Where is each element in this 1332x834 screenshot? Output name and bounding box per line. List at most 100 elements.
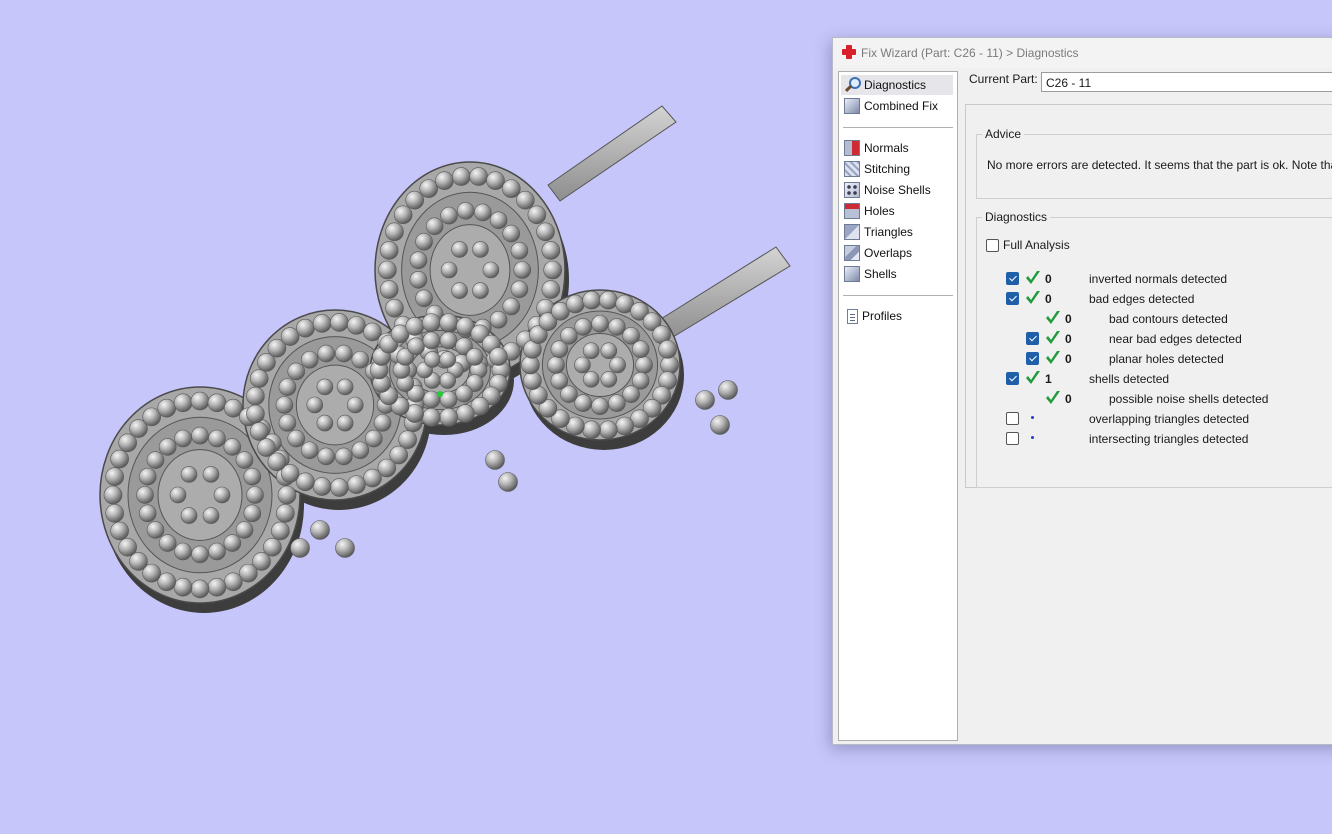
magnifier-icon [844, 77, 861, 93]
model-bead [379, 280, 399, 299]
model-bead [440, 261, 458, 279]
diagnostic-checkbox[interactable] [1006, 292, 1019, 305]
nav-item-triangles[interactable]: Triangles [841, 222, 953, 242]
model-bead [138, 467, 157, 486]
part-model-render[interactable] [0, 0, 830, 834]
model-bead [173, 577, 193, 597]
model-bead [591, 397, 609, 416]
model-bead [582, 342, 600, 360]
model-bead [574, 394, 592, 412]
green-check-icon [1026, 271, 1040, 284]
model-bead [105, 504, 124, 523]
model-bead [660, 355, 679, 375]
model-bead [439, 351, 457, 368]
3d-viewport[interactable] [0, 0, 830, 834]
model-bead [373, 414, 392, 432]
model-bead [316, 378, 334, 396]
model-bead [246, 404, 265, 424]
diagnostic-count: 0 [1045, 292, 1052, 306]
model-bead [336, 414, 354, 432]
model-bead [489, 310, 508, 329]
model-bead [527, 205, 547, 225]
model-bead [440, 206, 458, 225]
triangles-icon [844, 224, 860, 240]
diagnostic-checkbox[interactable] [1006, 432, 1019, 445]
nav-item-shells[interactable]: Shells [841, 264, 953, 284]
model-bead [474, 203, 492, 222]
green-check-icon [1046, 351, 1060, 364]
nav-item-overlaps[interactable]: Overlaps [841, 243, 953, 263]
model-bead [300, 441, 319, 460]
model-bead [422, 408, 441, 427]
model-bead [435, 171, 454, 190]
model-bead [235, 451, 254, 469]
model-bead [635, 356, 653, 374]
nav-item-combined-fix[interactable]: Combined Fix [841, 96, 953, 116]
model-bead [472, 282, 489, 299]
diagnostic-checkbox[interactable] [1006, 272, 1019, 285]
nav-item-diagnostics[interactable]: Diagnostics [841, 75, 953, 95]
model-bead [513, 261, 532, 279]
model-bead [452, 167, 471, 186]
diagnostic-count: 0 [1065, 332, 1072, 346]
model-bead [582, 370, 600, 388]
model-bead [510, 241, 529, 260]
model-bead [334, 447, 353, 466]
model-bead [158, 438, 177, 456]
model-bead [351, 441, 370, 460]
diagnostics-panel: Advice No more errors are detected. It s… [965, 104, 1332, 488]
model-bead [439, 331, 458, 350]
diagnostic-row: 0 near bad edges detected [977, 329, 1332, 349]
model-bead [208, 542, 226, 561]
full-analysis-checkbox[interactable]: Full Analysis [986, 238, 1070, 252]
model-bead [235, 521, 254, 539]
nav-item-normals[interactable]: Normals [841, 138, 953, 158]
model-bead [174, 429, 192, 448]
model-bead [277, 485, 297, 505]
overlaps-icon [844, 245, 860, 261]
model-bead [317, 344, 336, 363]
model-bead [516, 190, 535, 210]
diagnostic-count: 1 [1045, 372, 1052, 386]
dialog-title-bar[interactable]: Fix Wizard (Part: C26 - 11) > Diagnostic… [833, 38, 1332, 68]
nav-item-profiles[interactable]: Profiles [841, 306, 953, 326]
model-vertex-marker [437, 391, 443, 397]
model-bead [409, 251, 428, 270]
diagnostic-checkbox[interactable] [1026, 352, 1039, 365]
fix-wizard-dialog: Fix Wizard (Part: C26 - 11) > Diagnostic… [832, 37, 1332, 745]
profiles-icon [847, 308, 858, 324]
model-bead [249, 369, 269, 388]
model-bead [393, 205, 413, 225]
nav-item-holes[interactable]: Holes [841, 201, 953, 221]
model-bead [631, 340, 650, 359]
model-bead [695, 390, 715, 410]
diagnostic-checkbox[interactable] [1026, 332, 1039, 345]
model-bead [207, 577, 227, 597]
diagnostic-count: 0 [1065, 312, 1072, 326]
model-bead [276, 504, 295, 523]
model-bead [243, 467, 262, 486]
model-bead [599, 290, 618, 310]
wizard-navigation: Diagnostics Combined Fix Normals Stitchi… [838, 71, 958, 741]
model-bead [146, 521, 165, 539]
model-pin [655, 246, 791, 341]
advice-text: No more errors are detected. It seems th… [987, 158, 1332, 172]
diagnostic-checkbox[interactable] [1006, 372, 1019, 385]
diagnostic-label: overlapping triangles detected [1089, 412, 1250, 426]
model-bead [275, 396, 294, 414]
diagnostic-checkbox[interactable] [1006, 412, 1019, 425]
model-bead [608, 394, 626, 412]
nav-item-noise-shells[interactable]: Noise Shells [841, 180, 953, 200]
model-bead [110, 449, 129, 469]
model-bead [582, 420, 601, 440]
checkbox-box[interactable] [986, 238, 999, 252]
model-bead [489, 347, 508, 366]
model-bead [439, 313, 458, 332]
model-bead [207, 393, 227, 413]
current-part-field: C26 - 11 [1041, 72, 1332, 92]
noise-shells-icon [844, 182, 860, 198]
model-bead [439, 372, 457, 389]
model-bead [574, 318, 592, 336]
advice-legend: Advice [985, 127, 1022, 141]
nav-item-stitching[interactable]: Stitching [841, 159, 953, 179]
